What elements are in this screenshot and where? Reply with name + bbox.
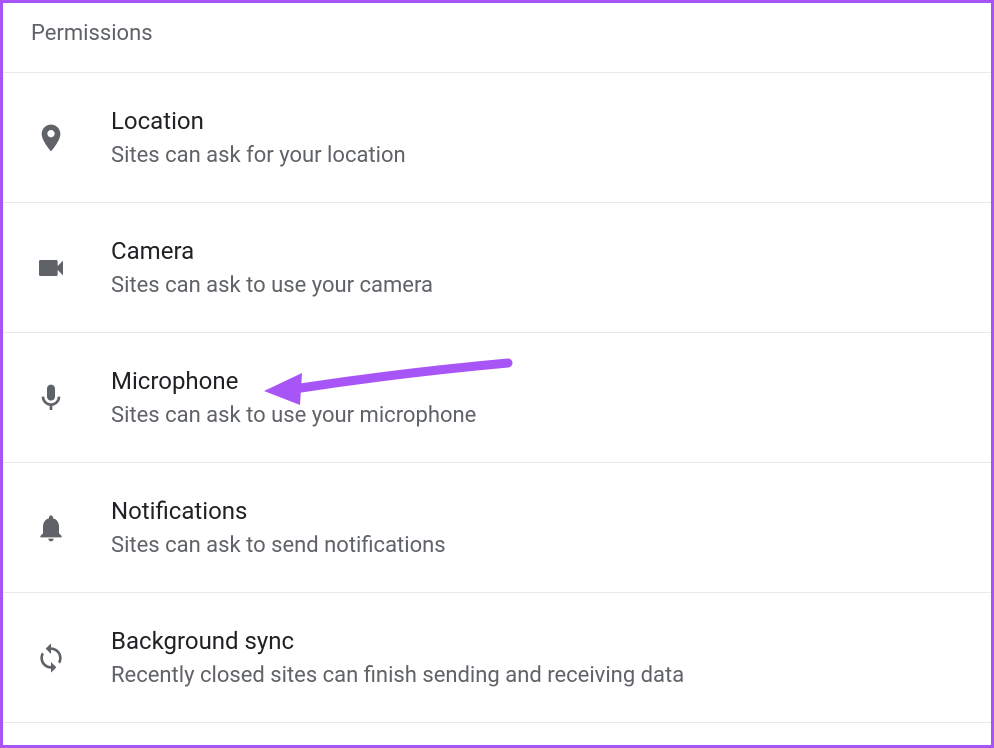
permission-desc: Sites can ask to use your microphone <box>111 403 476 428</box>
sync-icon <box>31 638 71 678</box>
permission-title: Background sync <box>111 627 684 655</box>
permission-desc: Recently closed sites can finish sending… <box>111 663 684 688</box>
permission-row-background-sync[interactable]: Background sync Recently closed sites ca… <box>3 593 991 723</box>
location-icon <box>31 118 71 158</box>
camera-icon <box>31 248 71 288</box>
permission-title: Microphone <box>111 367 476 395</box>
permission-title: Notifications <box>111 497 446 525</box>
section-title: Permissions <box>3 3 991 72</box>
permission-row-microphone[interactable]: Microphone Sites can ask to use your mic… <box>3 333 991 463</box>
permission-text: Background sync Recently closed sites ca… <box>111 627 684 688</box>
permission-text: Microphone Sites can ask to use your mic… <box>111 367 476 428</box>
notifications-icon <box>31 508 71 548</box>
permission-text: Camera Sites can ask to use your camera <box>111 237 433 298</box>
permission-desc: Sites can ask to use your camera <box>111 273 433 298</box>
permission-row-location[interactable]: Location Sites can ask for your location <box>3 73 991 203</box>
permissions-list: Location Sites can ask for your location… <box>3 72 991 723</box>
permission-desc: Sites can ask to send notifications <box>111 533 446 558</box>
permission-desc: Sites can ask for your location <box>111 143 406 168</box>
microphone-icon <box>31 378 71 418</box>
permission-row-notifications[interactable]: Notifications Sites can ask to send noti… <box>3 463 991 593</box>
permission-title: Camera <box>111 237 433 265</box>
permission-title: Location <box>111 107 406 135</box>
permission-text: Location Sites can ask for your location <box>111 107 406 168</box>
permission-row-camera[interactable]: Camera Sites can ask to use your camera <box>3 203 991 333</box>
permission-text: Notifications Sites can ask to send noti… <box>111 497 446 558</box>
permissions-panel: Permissions Location Sites can ask for y… <box>0 0 994 748</box>
